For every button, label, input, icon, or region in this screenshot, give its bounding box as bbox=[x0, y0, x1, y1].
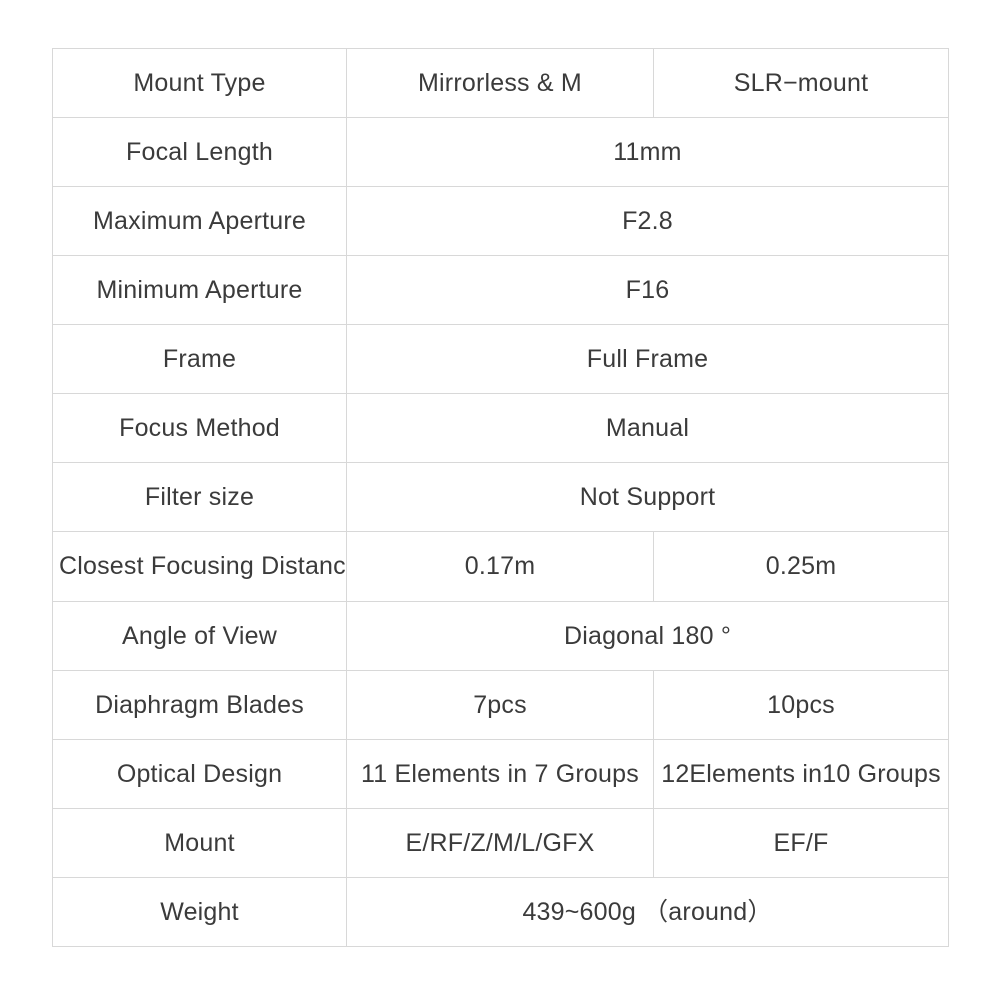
spec-value-merged: Diagonal 180 ° bbox=[346, 600, 949, 671]
spec-value-merged: 11mm bbox=[346, 117, 949, 188]
spec-value-slr: EF/F bbox=[653, 807, 949, 878]
spec-value-merged: Manual bbox=[346, 393, 949, 464]
spec-value-merged: Full Frame bbox=[346, 324, 949, 395]
spec-value-merged: F16 bbox=[346, 255, 949, 326]
spec-value-slr: 0.25m bbox=[653, 531, 949, 602]
spec-value-slr: 10pcs bbox=[653, 669, 949, 740]
table-row: Maximum Aperture F2.8 bbox=[52, 186, 949, 257]
spec-value-merged: Not Support bbox=[346, 462, 949, 533]
spec-table-body: Mount Type Mirrorless & M SLR−mount Focal L… bbox=[52, 47, 949, 948]
spec-label-cell: Mount bbox=[52, 807, 347, 878]
spec-label-cell: Filter size bbox=[52, 462, 347, 533]
spec-label-cell: Closest Focusing Distance bbox=[52, 531, 347, 602]
table-row: Weight 439~600g （around） bbox=[52, 876, 949, 948]
table-row: Minimum Aperture F16 bbox=[52, 255, 949, 326]
spec-value-mirrorless: 7pcs bbox=[346, 669, 654, 740]
table-row: Focal Length 11mm bbox=[52, 117, 949, 188]
table-row: Angle of View Diagonal 180 ° bbox=[52, 600, 949, 671]
table-row: Mount Type Mirrorless & M SLR−mount bbox=[52, 47, 949, 119]
spec-value-merged: F2.8 bbox=[346, 186, 949, 257]
spec-label-cell: Weight bbox=[52, 876, 347, 948]
spec-value-mirrorless: 11 Elements in 7 Groups bbox=[346, 738, 654, 809]
spec-value-slr: SLR−mount bbox=[653, 47, 949, 119]
spec-label-cell: Focal Length bbox=[52, 117, 347, 188]
spec-label-cell: Angle of View bbox=[52, 600, 347, 671]
spec-label-cell: Diaphragm Blades bbox=[52, 669, 347, 740]
table-row: Filter size Not Support bbox=[52, 462, 949, 533]
table-row: Frame Full Frame bbox=[52, 324, 949, 395]
spec-value-mirrorless: E/RF/Z/M/L/GFX bbox=[346, 807, 654, 878]
spec-label-cell: Maximum Aperture bbox=[52, 186, 347, 257]
spec-label-cell: Mount Type bbox=[52, 47, 347, 119]
spec-value-mirrorless: 0.17m bbox=[346, 531, 654, 602]
table-row: Focus Method Manual bbox=[52, 393, 949, 464]
spec-label-cell: Minimum Aperture bbox=[52, 255, 347, 326]
table-row: Mount E/RF/Z/M/L/GFX EF/F bbox=[52, 807, 949, 878]
spec-value-slr: 12Elements in10 Groups bbox=[653, 738, 949, 809]
spec-value-mirrorless: Mirrorless & M bbox=[346, 47, 654, 119]
spec-label-cell: Optical Design bbox=[52, 738, 347, 809]
table-row: Optical Design 11 Elements in 7 Groups 12E… bbox=[52, 738, 949, 809]
spec-value-merged: 439~600g （around） bbox=[346, 876, 949, 948]
table-row: Closest Focusing Distance 0.17m 0.25m bbox=[52, 531, 949, 602]
spec-table: Mount Type Mirrorless & M SLR−mount Focal L… bbox=[52, 47, 949, 948]
table-row: Diaphragm Blades 7pcs 10pcs bbox=[52, 669, 949, 740]
spec-label-cell: Frame bbox=[52, 324, 347, 395]
lens-specification-sheet: Mount Type Mirrorless & M SLR−mount Focal L… bbox=[52, 47, 949, 948]
spec-label-cell: Focus Method bbox=[52, 393, 347, 464]
